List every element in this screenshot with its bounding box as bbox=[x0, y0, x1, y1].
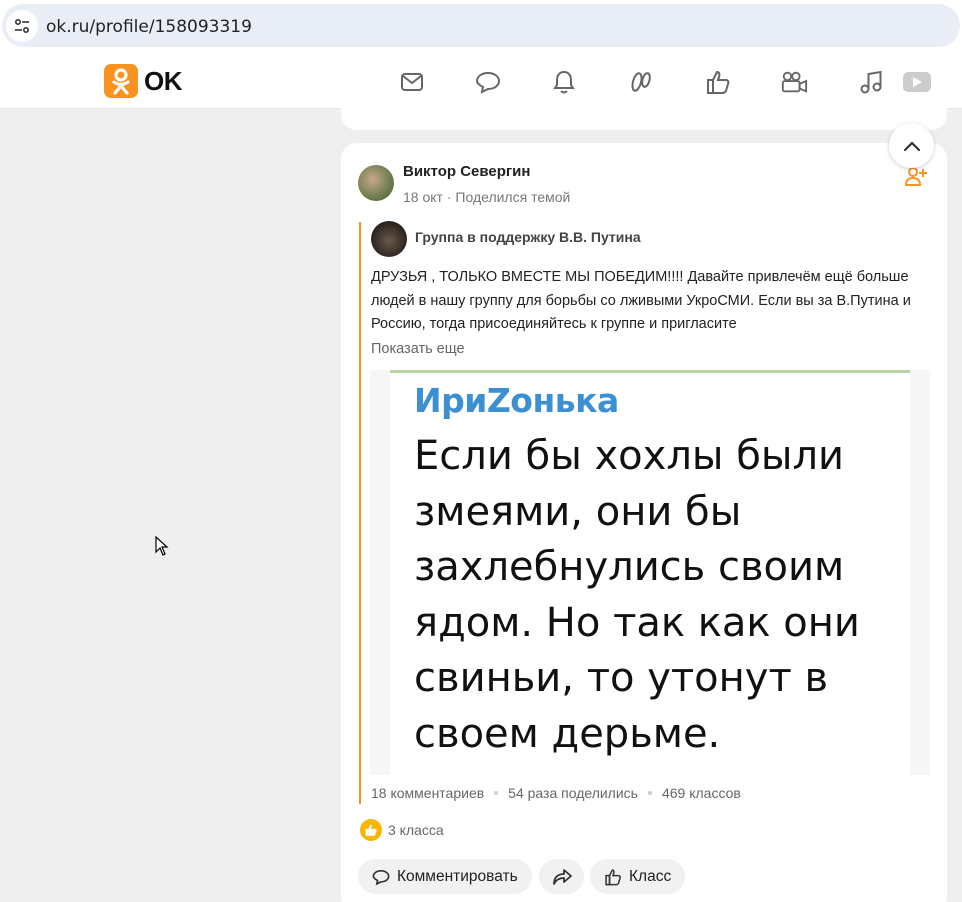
url-field[interactable]: ok.ru/profile/158093319 bbox=[2, 4, 960, 47]
stats-dot bbox=[647, 791, 652, 795]
site-settings-icon[interactable] bbox=[6, 10, 38, 42]
klass-badge-icon bbox=[360, 819, 382, 841]
ok-logo-icon[interactable] bbox=[104, 64, 138, 98]
meta-separator: · bbox=[446, 189, 452, 205]
like-icon[interactable] bbox=[704, 68, 732, 96]
add-friend-icon[interactable] bbox=[904, 165, 927, 187]
chat-icon[interactable] bbox=[474, 68, 502, 96]
group-name[interactable]: Группа в поддержку В.В. Путина bbox=[415, 229, 641, 245]
comments-count[interactable]: 18 комментариев bbox=[371, 785, 484, 801]
chevron-up-icon bbox=[903, 140, 920, 151]
author-name[interactable]: Виктор Севергин bbox=[403, 163, 530, 180]
browser-address-bar: ok.ru/profile/158093319 bbox=[0, 0, 962, 54]
post-action: Поделился темой bbox=[455, 189, 571, 205]
stats-dot bbox=[494, 791, 499, 795]
mail-icon[interactable] bbox=[398, 68, 426, 96]
post-text: ДРУЗЬЯ , ТОЛЬКО ВМЕСТЕ МЫ ПОБЕДИМ!!!! Да… bbox=[371, 269, 911, 333]
post-meta: 18 окт · Поделился темой bbox=[403, 189, 570, 205]
klass-button[interactable]: Класс bbox=[590, 859, 685, 894]
logo-text[interactable]: OK bbox=[144, 66, 183, 97]
bell-icon[interactable] bbox=[550, 68, 578, 96]
post-stats: 18 комментариев 54 раза поделились 469 к… bbox=[371, 785, 741, 801]
scroll-to-top-button[interactable] bbox=[889, 123, 934, 168]
post-image[interactable]: ИриZонька Если бы хохлы были змеями, они… bbox=[370, 370, 930, 775]
shares-count[interactable]: 54 раза поделились bbox=[508, 785, 638, 801]
music-icon[interactable] bbox=[857, 68, 885, 96]
guests-icon[interactable] bbox=[627, 68, 655, 96]
comment-button-label: Комментировать bbox=[397, 867, 518, 885]
share-button[interactable] bbox=[539, 859, 584, 894]
comment-icon bbox=[372, 869, 390, 885]
group-avatar[interactable] bbox=[371, 221, 407, 257]
share-icon bbox=[552, 868, 572, 885]
comment-button[interactable]: Комментировать bbox=[358, 859, 532, 894]
klass-count[interactable]: 469 классов bbox=[662, 785, 741, 801]
show-more-link[interactable]: Показать еще bbox=[371, 341, 465, 357]
image-text: Если бы хохлы были змеями, они бы захлеб… bbox=[414, 433, 860, 757]
mouse-cursor-icon bbox=[155, 536, 169, 556]
post-date[interactable]: 18 окт bbox=[403, 189, 443, 205]
play-icon[interactable] bbox=[902, 68, 932, 96]
klass-button-label: Класс bbox=[629, 867, 672, 885]
previous-post-card bbox=[341, 98, 947, 130]
image-content: ИриZонька Если бы хохлы были змеями, они… bbox=[390, 370, 910, 775]
author-avatar[interactable] bbox=[358, 165, 394, 201]
image-nickname: ИриZонька bbox=[414, 381, 619, 420]
own-klass-row[interactable]: 3 класса bbox=[360, 819, 444, 841]
video-camera-icon[interactable] bbox=[780, 68, 808, 96]
like-icon bbox=[605, 868, 621, 885]
url-text: ok.ru/profile/158093319 bbox=[46, 17, 252, 37]
own-klass-text: 3 класса bbox=[388, 822, 444, 838]
shared-topic-bar bbox=[359, 222, 361, 804]
